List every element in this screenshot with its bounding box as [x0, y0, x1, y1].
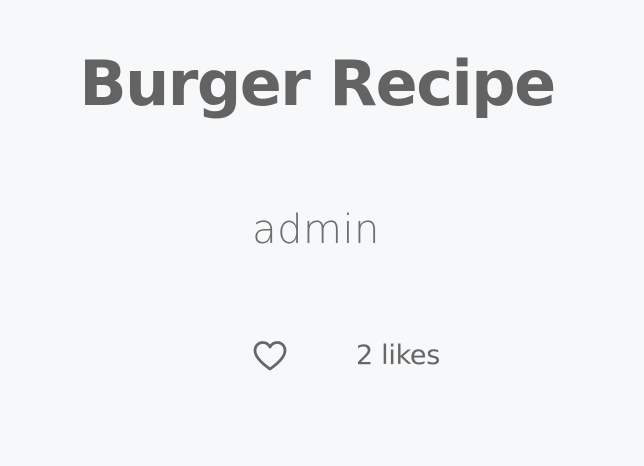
recipe-card: Burger Recipe admin 2 likes [0, 0, 644, 466]
recipe-author[interactable]: admin [0, 202, 632, 258]
likes-count: 2 likes [356, 340, 441, 371]
like-button[interactable] [250, 336, 290, 376]
heart-icon [252, 340, 288, 372]
likes-row: 2 likes [250, 336, 470, 376]
recipe-title: Burger Recipe [79, 47, 556, 120]
